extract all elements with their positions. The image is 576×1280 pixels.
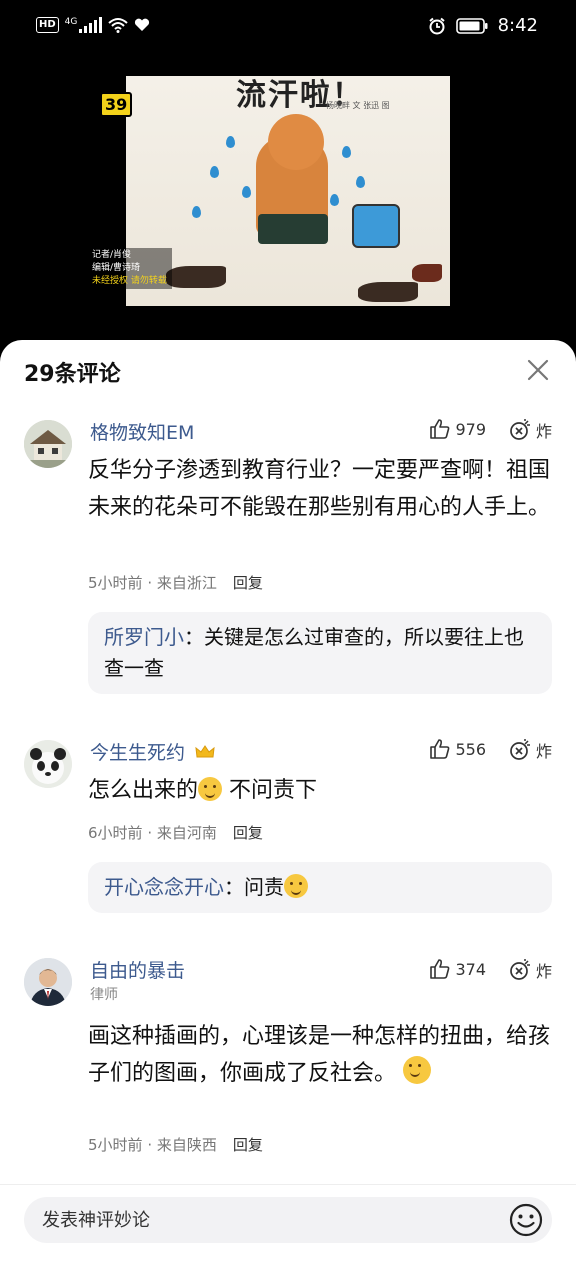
bomb-label: 炸 [535,962,552,981]
comment-item: 自由的暴击 律师 374 炸 画这种插画的，心理该是一种怎样的扭曲，给孩子们的图… [0,958,576,1178]
network-type: 4G [64,17,78,27]
like-button[interactable]: 556 [429,738,486,760]
battery-icon [455,17,488,34]
reply-preview[interactable]: 开心念念开心：问责 [88,862,552,913]
thumbs-up-icon [430,959,450,979]
laugh-emoji-icon [284,874,308,898]
comment-text: 反华分子渗透到教育行业？一定要严查啊！祖国未来的花朵可不能毁在那些别有用心的人手… [88,458,551,520]
avatar[interactable] [24,958,72,1006]
bomb-icon [510,739,530,760]
emoji-picker-icon[interactable] [508,1202,544,1238]
bomb-button[interactable]: 炸 [508,418,552,442]
thumbs-up-icon [430,419,450,439]
video-book-credit: 杨晓畔 文 张迅 图 [326,101,390,110]
like-count: 556 [455,739,486,759]
video-watermark: 记者/肖俊 编辑/曹诗琦 未经授权 请勿转载 [88,248,172,289]
comment-text: 怎么出来的 不问责下 [88,777,318,803]
clock-time: 8:42 [497,15,538,36]
comment-location: 来自河南 [156,824,217,842]
comment-meta: 5小时前 · 来自浙江 回复 [88,572,263,593]
comment-username[interactable]: 格物致知EM [90,418,194,445]
thumbs-up-icon [430,739,450,759]
illustration-boy-head [268,114,324,170]
comment-meta: 5小时前 · 来自陕西 回复 [88,1134,263,1155]
wifi-icon [108,18,129,33]
bomb-label: 炸 [535,422,552,441]
comments-count-title: 29条评论 [24,362,121,387]
like-button[interactable]: 979 [429,418,486,440]
comment-meta: 6小时前 · 来自河南 回复 [88,822,263,843]
reply-button[interactable]: 回复 [233,822,263,843]
comment-input-bar [0,1184,576,1280]
comment-location: 来自陕西 [156,1136,217,1154]
reply-preview[interactable]: 所罗门小：关键是怎么过审查的，所以要往上也查一查 [88,612,552,694]
comments-sheet: 29条评论 格物致知EM 979 炸 反华分子渗透到教育行业？一定要严查啊！祖国… [0,340,576,1280]
illustration-bucket [352,204,400,248]
comment-username[interactable]: 今生生死约 [90,738,215,765]
reply-button[interactable]: 回复 [233,1134,263,1155]
comment-text: 画这种插画的，心理该是一种怎样的扭曲，给孩子们的图画，你画成了反社会。 [88,1024,551,1086]
illustration-shorts [258,214,328,244]
avatar[interactable] [24,740,72,788]
bomb-label: 炸 [535,742,552,761]
status-bar: HD 4G 8:42 [0,0,576,56]
comment-item: 格物致知EM 979 炸 反华分子渗透到教育行业？一定要严查啊！祖国未来的花朵可… [0,418,576,698]
bomb-icon [510,419,530,440]
alarm-icon [428,17,445,34]
signal-icon [79,17,103,33]
comment-item: 今生生死约 556 炸 怎么出来的 不问责下 6小时前 · 来自河南 回复 开心… [0,738,576,918]
bomb-button[interactable]: 炸 [508,738,552,762]
crown-icon [195,744,215,757]
like-count: 979 [455,419,486,439]
smirk-emoji-icon [403,1056,432,1084]
reply-button[interactable]: 回复 [233,572,263,593]
comment-location: 来自浙江 [156,574,217,592]
video-badge: 39 [100,92,133,117]
reply-username[interactable]: 所罗门小 [104,625,184,649]
hd-indicator: HD [36,17,59,33]
crying-laugh-emoji-icon [198,777,223,801]
close-icon[interactable] [526,358,550,382]
user-verification-tag: 律师 [90,987,118,1003]
bomb-button[interactable]: 炸 [508,958,552,982]
comment-time: 5小时前 [88,1136,143,1154]
reply-username[interactable]: 开心念念开心 [104,875,224,899]
comment-username[interactable]: 自由的暴击 [90,956,185,983]
like-button[interactable]: 374 [429,958,486,980]
comment-time: 5小时前 [88,574,143,592]
comments-header: 29条评论 [0,340,576,404]
video-player[interactable]: 流汗啦！ 杨晓畔 文 张迅 图 [126,76,450,306]
avatar[interactable] [24,420,72,468]
comment-input[interactable] [24,1197,552,1243]
reply-text: ：问责 [224,875,284,899]
like-count: 374 [455,959,486,979]
bomb-icon [510,959,530,980]
heart-icon [135,18,150,31]
comment-time: 6小时前 [88,824,143,842]
